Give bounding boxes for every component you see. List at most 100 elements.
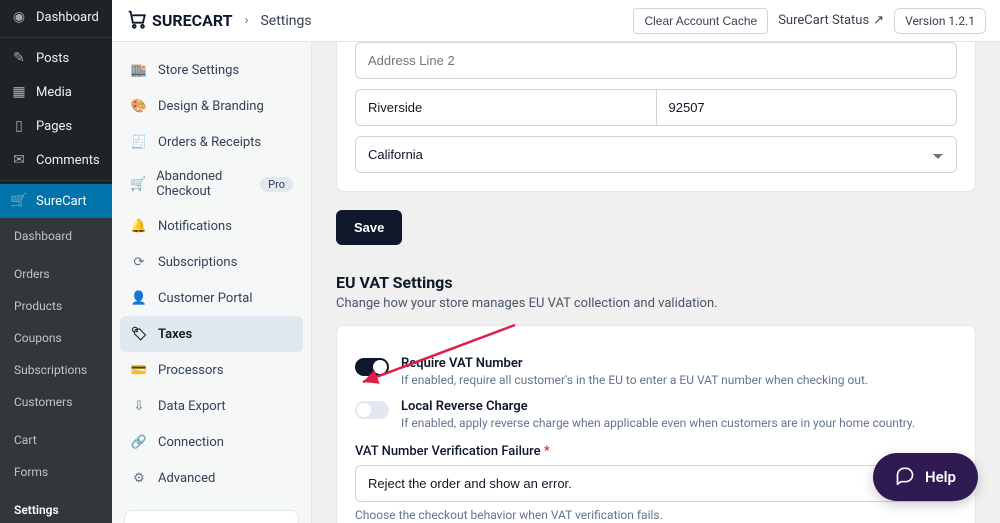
require-vat-toggle[interactable] (355, 358, 389, 376)
pin-icon: ✎ (10, 49, 28, 67)
page-icon: ▯ (10, 117, 28, 135)
require-vat-row: Require VAT Number If enabled, require a… (355, 356, 957, 387)
nav-advanced[interactable]: ⚙ Advanced (120, 460, 303, 496)
clear-cache-button[interactable]: Clear Account Cache (633, 8, 768, 34)
breadcrumb-current: Settings (260, 13, 311, 29)
reverse-charge-desc: If enabled, apply reverse charge when ap… (401, 416, 915, 430)
pro-badge: Pro (260, 177, 293, 192)
postal-input[interactable] (657, 89, 958, 126)
wp-menu-label: SureCart (36, 194, 87, 209)
nav-label: Connection (158, 435, 224, 450)
city-input[interactable] (355, 89, 657, 126)
nav-label: Taxes (158, 327, 192, 342)
wp-submenu-item[interactable]: Products (0, 294, 112, 318)
gear-icon: ⚙ (130, 469, 148, 487)
required-asterisk: * (544, 444, 550, 459)
cart-abandoned-icon: 🛒 (130, 175, 146, 193)
nav-label: Subscriptions (158, 255, 237, 270)
nav-label: Advanced (158, 471, 215, 486)
wp-menu-label: Posts (36, 51, 69, 66)
wp-admin-sidebar: ◉ Dashboard ✎ Posts ▦ Media ▯ Pages ✉Comment… (0, 0, 112, 523)
require-vat-title: Require VAT Number (401, 356, 868, 371)
toggle-knob (357, 403, 371, 417)
wp-menu-label: Pages (36, 119, 72, 134)
surecart-topbar: SURECART › Settings Clear Account Cache … (112, 0, 1000, 42)
wp-menu-label: Dashboard (36, 10, 99, 25)
reverse-charge-title: Local Reverse Charge (401, 399, 915, 414)
wp-menu-media[interactable]: ▦ Media (0, 75, 112, 109)
wp-submenu-item-settings[interactable]: Settings (0, 498, 112, 522)
vat-verification-select[interactable]: Reject the order and show an error. (355, 465, 957, 502)
city-postal-row (355, 89, 957, 126)
wp-submenu-item[interactable]: Cart (0, 428, 112, 452)
eu-vat-subtitle: Change how your store manages EU VAT col… (336, 296, 976, 311)
version-badge: Version 1.2.1 (894, 8, 986, 34)
nav-customer-portal[interactable]: 👤 Customer Portal (120, 280, 303, 316)
reverse-charge-toggle[interactable] (355, 401, 389, 419)
nav-design-branding[interactable]: 🎨 Design & Branding (120, 88, 303, 124)
surecart-brand: SURECART (126, 8, 233, 34)
link-icon: 🔗 (130, 433, 148, 451)
address-line2-input[interactable] (355, 42, 957, 79)
status-link-text: SureCart Status (778, 13, 869, 28)
wp-menu-pages[interactable]: ▯ Pages (0, 109, 112, 143)
wp-menu-label: Media (36, 85, 72, 100)
palette-icon: 🎨 (130, 97, 148, 115)
help-fab-button[interactable]: Help (873, 453, 978, 501)
dashboard-icon: ◉ (10, 8, 28, 26)
topbar-right: Clear Account Cache SureCart Status ↗ Ver… (633, 8, 986, 34)
toggle-knob (373, 360, 387, 374)
nav-data-export[interactable]: ⇩Data Export (120, 388, 303, 424)
user-icon: 👤 (130, 289, 148, 307)
wp-menu-comments[interactable]: ✉Comments (0, 143, 112, 177)
bell-icon: 🔔 (130, 217, 148, 235)
reverse-charge-row: Local Reverse Charge If enabled, apply r… (355, 399, 957, 430)
reverse-charge-text: Local Reverse Charge If enabled, apply r… (401, 399, 915, 430)
nav-label: Orders & Receipts (158, 135, 261, 150)
save-button[interactable]: Save (336, 210, 402, 245)
nav-orders-receipts[interactable]: 🧾 Orders & Receipts (120, 124, 303, 160)
wp-menu-posts[interactable]: ✎ Posts (0, 41, 112, 75)
chevron-right-icon: › (245, 13, 249, 28)
require-vat-desc: If enabled, require all customer's in th… (401, 373, 868, 387)
nav-store-settings[interactable]: 🏬 Store Settings (120, 52, 303, 88)
nav-taxes[interactable]: 🏷Taxes (120, 316, 303, 352)
brand-text: SURECART (152, 11, 233, 30)
media-icon: ▦ (10, 83, 28, 101)
settings-main: California Save EU VAT Settings Change h… (312, 42, 1000, 523)
vat-verification-label-text: VAT Number Verification Failure (355, 444, 541, 459)
nav-subscriptions[interactable]: ⟳ Subscriptions (120, 244, 303, 280)
wp-submenu-item[interactable]: Coupons (0, 326, 112, 350)
wp-submenu-item[interactable]: Dashboard (0, 224, 112, 248)
wp-submenu-item[interactable]: Subscriptions (0, 358, 112, 382)
nav-connection[interactable]: 🔗 Connection (120, 424, 303, 460)
wp-menu-label: Comments (36, 153, 100, 168)
wp-submenu-item[interactable]: Orders (0, 262, 112, 286)
external-link-icon: ↗ (873, 13, 884, 28)
nav-abandoned-checkout[interactable]: 🛒Abandoned CheckoutPro (120, 160, 303, 208)
wp-submenu-item[interactable]: Customers (0, 390, 112, 414)
nav-label: Design & Branding (158, 99, 264, 114)
wp-menu-dashboard[interactable]: ◉ Dashboard (0, 0, 112, 34)
refresh-icon: ⟳ (130, 253, 148, 271)
state-select[interactable]: California (355, 136, 957, 173)
store-icon: 🏬 (130, 61, 148, 79)
nav-processors[interactable]: 💳Processors (120, 352, 303, 388)
require-vat-text: Require VAT Number If enabled, require a… (401, 356, 868, 387)
chat-icon (895, 465, 915, 489)
wp-menu-surecart[interactable]: 🛒SureCart (0, 184, 112, 218)
nav-label: Processors (158, 363, 224, 378)
cart-logo-icon (126, 8, 148, 34)
vat-verification-hint: Choose the checkout behavior when VAT ve… (355, 508, 957, 522)
nav-label: Customer Portal (158, 291, 253, 306)
address-card: California (336, 42, 976, 192)
receipt-icon: 🧾 (130, 133, 148, 151)
surecart-status-link[interactable]: SureCart Status ↗ (778, 13, 884, 28)
nav-notifications[interactable]: 🔔Notifications (120, 208, 303, 244)
wp-submenu-item[interactable]: Forms (0, 460, 112, 484)
eu-vat-heading: EU VAT Settings (336, 273, 976, 292)
settings-side-nav: 🏬 Store Settings 🎨 Design & Branding 🧾 Orde… (112, 42, 312, 523)
download-icon: ⇩ (130, 397, 148, 415)
separator (0, 180, 112, 181)
nav-label: Store Settings (158, 63, 239, 78)
